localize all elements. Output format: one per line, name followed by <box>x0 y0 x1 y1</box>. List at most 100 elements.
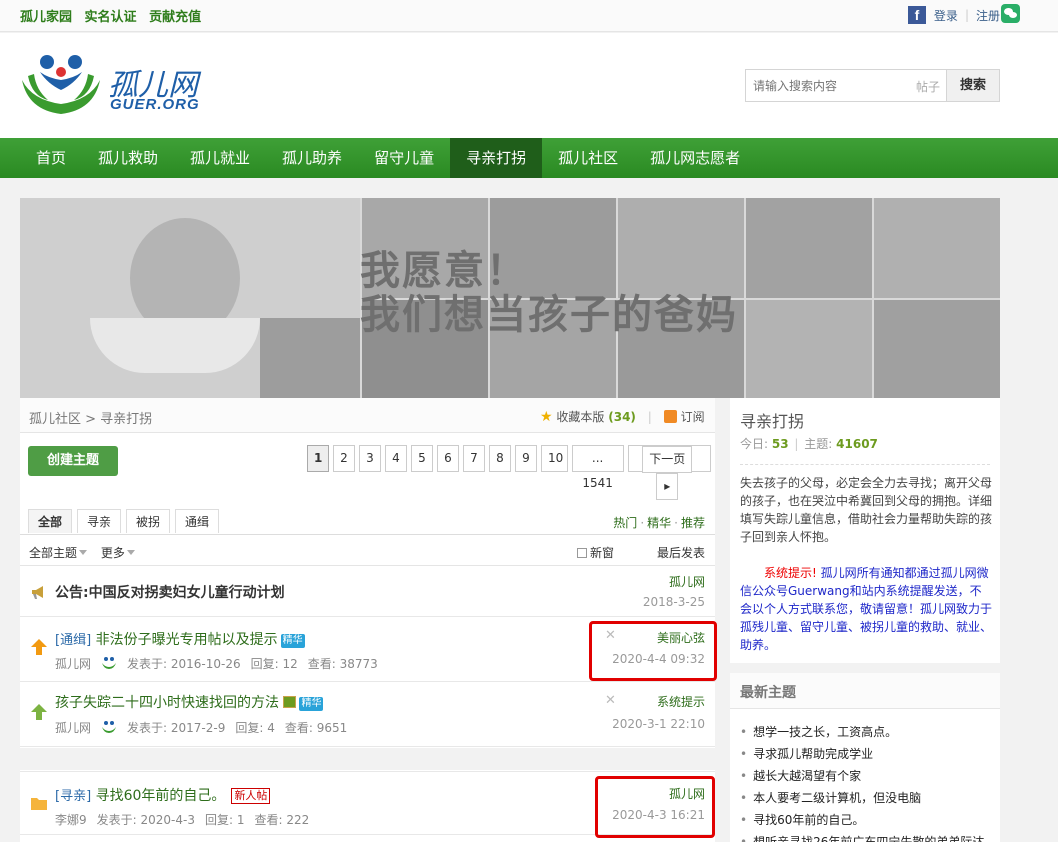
thread-title[interactable]: 非法份子曝光专用帖以及提示 <box>96 632 278 648</box>
page-last[interactable]: ... 1541 <box>571 445 624 490</box>
thread-list-panel: 孤儿社区 > 寻亲打拐 ★ 收藏本版 (34) | 订阅 创建主题 1 2 3 … <box>20 398 717 842</box>
divider <box>20 534 715 535</box>
next-page-button[interactable]: 下一页 ▸ <box>627 445 711 500</box>
filter-digest[interactable]: 精华 <box>647 516 671 530</box>
nav-community[interactable]: 孤儿社区 <box>542 138 634 178</box>
tab-abducted[interactable]: 被拐 <box>126 509 171 533</box>
latest-topic-item[interactable]: 寻找60年前的自己。 <box>740 809 984 831</box>
latest-topic-item[interactable]: 想学一技之长，工资高点。 <box>740 721 984 743</box>
divider: | <box>964 8 969 22</box>
all-topics-dropdown[interactable]: 全部主题 <box>29 546 77 560</box>
thread-title-line[interactable]: [通缉] 非法份子曝光专用帖以及提示 精华 <box>55 629 305 649</box>
main-nav: 首页 孤儿救助 孤儿就业 孤儿助养 留守儿童 寻亲打拐 孤儿社区 孤儿网志愿者 <box>0 138 1058 178</box>
sort-filters: 热门 · 精华 · 推荐 <box>613 516 705 530</box>
digest-badge: 精华 <box>280 634 305 648</box>
tab-search-family[interactable]: 寻亲 <box>77 509 122 533</box>
thread-replies: 回复: 12 <box>250 657 298 671</box>
breadcrumb-path[interactable]: 孤儿社区 > 寻亲打拐 <box>29 408 152 427</box>
thread-author[interactable]: 孤儿网 <box>55 657 91 671</box>
latest-topic-item[interactable]: 越长大越渴望有个家 <box>740 765 984 787</box>
search-input[interactable] <box>746 70 906 101</box>
thread-author[interactable]: 孤儿网 <box>55 721 91 735</box>
nav-orphan-aid[interactable]: 孤儿救助 <box>82 138 174 178</box>
page-7[interactable]: 7 <box>463 445 485 472</box>
chevron-down-icon <box>126 550 135 555</box>
thread-tag[interactable]: [寻亲] <box>55 789 91 804</box>
page-10[interactable]: 10 <box>541 445 568 472</box>
top-link-verify[interactable]: 实名认证 <box>85 10 137 25</box>
login-link[interactable]: 登录 <box>934 7 958 24</box>
thread-title[interactable]: 公告:中国反对拐卖妇女儿童行动计划 <box>55 582 285 602</box>
filter-recommend[interactable]: 推荐 <box>681 516 705 530</box>
favorite-board[interactable]: ★ 收藏本版 (34) | 订阅 <box>540 408 705 425</box>
wechat-icon[interactable] <box>1001 4 1020 23</box>
thread-row[interactable]: 孩子失踪二十四小时快速找回的方法 精华 孤儿网 发表于: 2017-2-9 回复: … <box>20 683 715 747</box>
more-dropdown[interactable]: 更多 <box>101 546 125 560</box>
last-poster[interactable]: 孤儿网 <box>669 573 705 590</box>
page-8[interactable]: 8 <box>489 445 511 472</box>
subscribe-link[interactable]: 订阅 <box>681 410 705 424</box>
last-post-time: 2020-3-1 22:10 <box>612 717 705 731</box>
page-4[interactable]: 4 <box>385 445 407 472</box>
close-icon[interactable]: ✕ <box>605 693 616 708</box>
thread-title[interactable]: 孩子失踪二十四小时快速找回的方法 <box>55 695 279 711</box>
thread-tag[interactable]: [通缉] <box>55 633 91 648</box>
thread-replies: 回复: 1 <box>204 813 245 827</box>
thread-posted: 发表于: 2017-2-9 <box>127 721 226 735</box>
tab-wanted[interactable]: 通缉 <box>175 509 220 533</box>
facebook-icon[interactable]: f <box>907 6 926 24</box>
nav-orphan-sponsor[interactable]: 孤儿助养 <box>266 138 358 178</box>
last-poster[interactable]: 系统提示 <box>657 693 705 710</box>
nav-family-search[interactable]: 寻亲打拐 <box>450 138 543 178</box>
nav-left-behind[interactable]: 留守儿童 <box>358 138 450 178</box>
folder-icon <box>30 794 48 812</box>
account-links: f 登录 | 注册 <box>907 6 1000 24</box>
board-info: 寻亲打拐 今日: 53 | 主题: 41607 失去孩子的父母，必定会全力去寻找… <box>730 398 1000 663</box>
top-link-home[interactable]: 孤儿家园 <box>20 10 72 25</box>
thread-posted: 发表于: 2020-4-3 <box>96 813 195 827</box>
page-9[interactable]: 9 <box>515 445 537 472</box>
top-link-recharge[interactable]: 贡献充值 <box>149 10 201 25</box>
announcement-row[interactable]: 公告:中国反对拐卖妇女儿童行动计划 孤儿网 2018-3-25 <box>20 567 715 617</box>
register-link[interactable]: 注册 <box>976 7 1000 24</box>
breadcrumb: 孤儿社区 > 寻亲打拐 ★ 收藏本版 (34) | 订阅 <box>20 398 715 433</box>
thread-views: 查看: 38773 <box>307 657 378 671</box>
filter-hot[interactable]: 热门 <box>613 516 637 530</box>
favorite-label: 收藏本版 <box>556 410 605 424</box>
thread-author[interactable]: 李娜9 <box>55 813 87 827</box>
board-stats: 今日: 53 | 主题: 41607 <box>740 437 878 451</box>
last-post-sort[interactable]: 最后发表 <box>657 544 705 561</box>
page-5[interactable]: 5 <box>411 445 433 472</box>
page-2[interactable]: 2 <box>333 445 355 472</box>
page-6[interactable]: 6 <box>437 445 459 472</box>
rss-icon <box>663 410 677 423</box>
site-logo[interactable]: 孤儿网 GUER.ORG <box>18 50 218 120</box>
thread-replies: 回复: 4 <box>235 721 275 735</box>
thread-title[interactable]: 寻找60年前的自己。 <box>96 788 226 804</box>
thread-title-line[interactable]: 孩子失踪二十四小时快速找回的方法 精华 <box>55 692 324 712</box>
new-window-checkbox[interactable] <box>577 548 587 558</box>
latest-topics-title: 最新主题 <box>730 673 1000 709</box>
search-scope[interactable]: 帖子 <box>916 78 940 95</box>
tab-all[interactable]: 全部 <box>28 509 73 533</box>
divider <box>740 464 990 465</box>
nav-home[interactable]: 首页 <box>20 138 82 178</box>
search-button[interactable]: 搜索 <box>946 70 999 101</box>
chevron-right-icon: ▸ <box>656 473 679 500</box>
thread-views: 查看: 222 <box>254 813 310 827</box>
page-3[interactable]: 3 <box>359 445 381 472</box>
nav-volunteers[interactable]: 孤儿网志愿者 <box>634 138 756 178</box>
thread-title-line[interactable]: [寻亲] 寻找60年前的自己。 新人帖 <box>55 785 271 805</box>
star-icon: ★ <box>540 409 553 425</box>
page-1[interactable]: 1 <box>307 445 329 472</box>
nav-orphan-jobs[interactable]: 孤儿就业 <box>174 138 266 178</box>
author-badge-icon <box>102 721 117 733</box>
latest-topic-item[interactable]: 寻求孤儿帮助完成学业 <box>740 743 984 765</box>
latest-topic-item[interactable]: 想听亲寻找26年前广东四宁失散的弟弟际达 <box>740 831 984 842</box>
sticky-up-icon <box>30 703 48 721</box>
last-post-time: 2018-3-25 <box>642 595 705 609</box>
sticky-up-icon <box>30 638 48 656</box>
latest-topic-item[interactable]: 本人要考二级计算机，但没电脑 <box>740 787 984 809</box>
create-topic-button[interactable]: 创建主题 <box>28 446 118 476</box>
newbie-badge: 新人帖 <box>231 788 271 804</box>
